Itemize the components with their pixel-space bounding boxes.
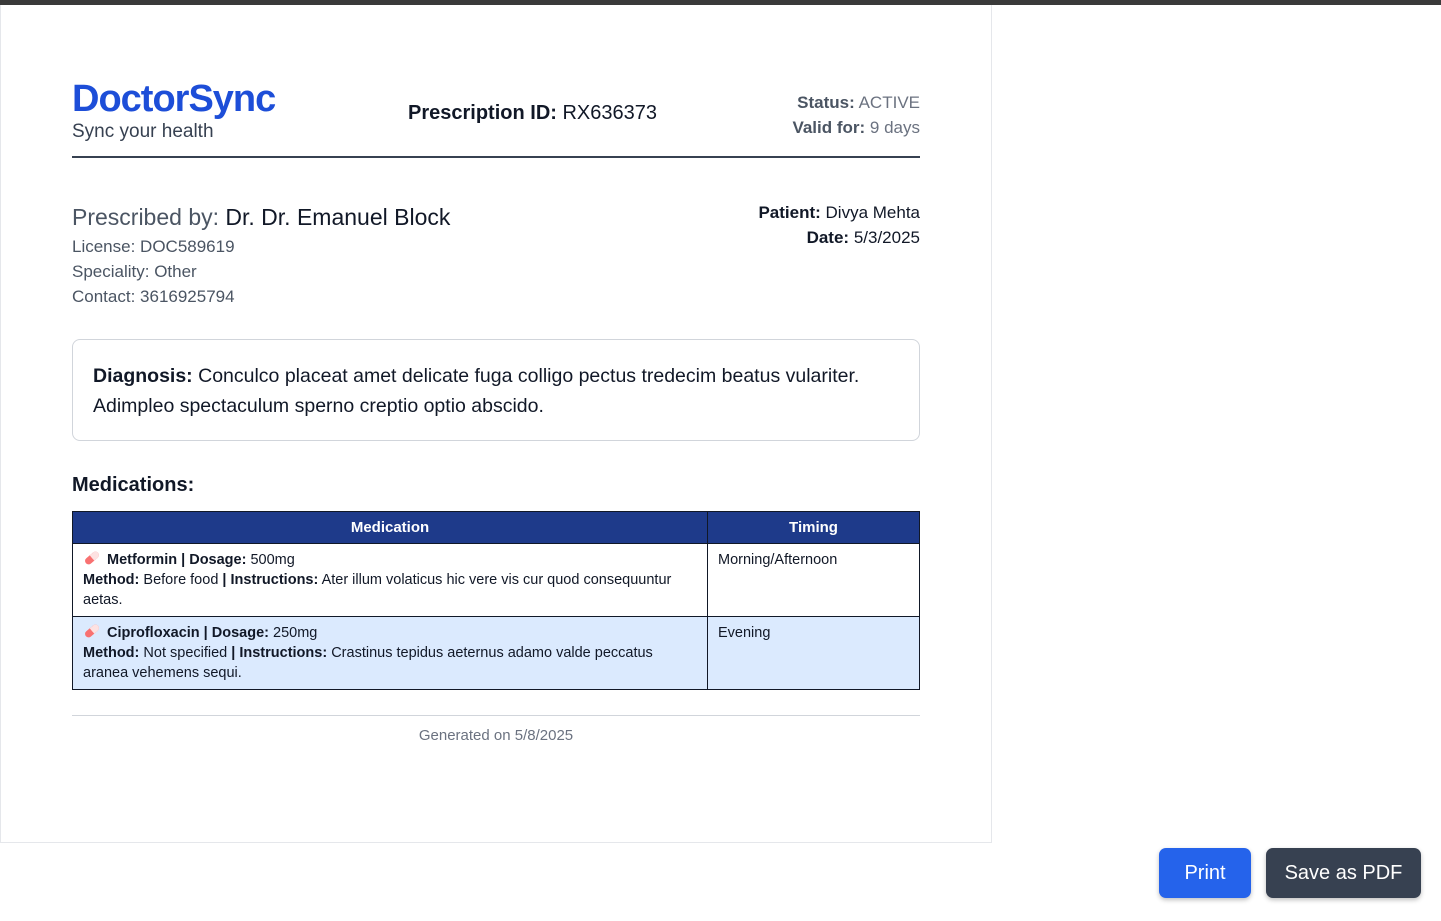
doctor-info: Prescribed by: Dr. Dr. Emanuel Block Lic… xyxy=(72,202,450,309)
pill-icon xyxy=(85,624,99,638)
separator: | xyxy=(199,625,212,641)
table-row: Ciprofloxacin | Dosage: 250mg Method: No… xyxy=(72,616,920,690)
separator: | xyxy=(218,572,231,588)
patient-label: Patient: xyxy=(758,203,821,222)
timing-cell: Morning/Afternoon xyxy=(707,543,920,617)
pill-icon xyxy=(85,551,99,565)
date-label: Date: xyxy=(806,228,850,247)
doctor-contact: Contact: 3616925794 xyxy=(72,287,235,306)
table-row: Metformin | Dosage: 500mg Method: Before… xyxy=(72,543,920,617)
column-header-timing: Timing xyxy=(707,511,920,544)
patient-line: Patient: Divya Mehta xyxy=(620,200,920,225)
date-value: 5/3/2025 xyxy=(853,228,920,247)
status-block: Status: ACTIVE Valid for: 9 days xyxy=(792,90,920,140)
generated-date: Generated on 5/8/2025 xyxy=(418,727,574,744)
medication-name: Ciprofloxacin xyxy=(107,625,200,641)
diagnosis-text: Conculco placeat amet delicate fuga coll… xyxy=(93,365,860,417)
doctor-speciality: Speciality: Other xyxy=(72,262,197,281)
dosage-value: 500mg xyxy=(250,552,295,568)
dosage-label: Dosage: xyxy=(189,552,247,568)
diagnosis-box: Diagnosis: Conculco placeat amet delicat… xyxy=(72,339,920,441)
prescription-id-label: Prescription ID: xyxy=(408,102,557,124)
status-value: ACTIVE xyxy=(858,93,920,112)
brand-name: DoctorSync xyxy=(72,78,276,120)
method-value: Not specified xyxy=(143,645,228,661)
status-label: Status: xyxy=(797,93,855,112)
timing-cell: Evening xyxy=(707,616,920,690)
column-header-medication: Medication xyxy=(72,511,708,544)
separator: | xyxy=(177,552,190,568)
doctor-name: Dr. Dr. Emanuel Block xyxy=(225,204,451,230)
valid-label: Valid for: xyxy=(792,118,866,137)
medications-heading: Medications: xyxy=(72,474,195,496)
separator: | xyxy=(227,645,240,661)
dosage-value: 250mg xyxy=(273,625,318,641)
medication-cell: Metformin | Dosage: 500mg Method: Before… xyxy=(72,543,708,617)
prescription-id-value: RX636373 xyxy=(562,102,658,124)
method-label: Method: xyxy=(83,645,140,661)
brand-tagline: Sync your health xyxy=(72,121,214,142)
patient-info: Patient: Divya Mehta Date: 5/3/2025 xyxy=(620,200,920,250)
table-header-row: Medication Timing xyxy=(72,511,920,544)
prescription-id: Prescription ID: RX636373 xyxy=(408,102,657,125)
diagnosis-label: Diagnosis: xyxy=(93,365,193,387)
instructions-label: Instructions: xyxy=(230,572,319,588)
footer-divider xyxy=(72,715,920,716)
dosage-label: Dosage: xyxy=(211,625,269,641)
valid-value: 9 days xyxy=(869,118,920,137)
instructions-label: Instructions: xyxy=(239,645,328,661)
medication-cell: Ciprofloxacin | Dosage: 250mg Method: No… xyxy=(72,616,708,690)
medication-name: Metformin xyxy=(107,552,178,568)
doctor-license: License: DOC589619 xyxy=(72,237,235,256)
save-pdf-button[interactable]: Save as PDF xyxy=(1266,848,1421,898)
status-line: Status: ACTIVE xyxy=(792,90,920,115)
medications-table: Medication Timing Metformin | Dosage: 50… xyxy=(72,511,920,690)
patient-name: Divya Mehta xyxy=(825,203,920,222)
method-label: Method: xyxy=(83,572,140,588)
validity-line: Valid for: 9 days xyxy=(792,115,920,140)
prescription-header: DoctorSync Sync your health Prescription… xyxy=(72,78,920,158)
date-line: Date: 5/3/2025 xyxy=(620,225,920,250)
prescribed-label: Prescribed by: xyxy=(72,204,220,230)
method-value: Before food xyxy=(143,572,219,588)
print-button[interactable]: Print xyxy=(1159,848,1251,898)
prescribed-by: Prescribed by: Dr. Dr. Emanuel Block xyxy=(72,202,450,232)
